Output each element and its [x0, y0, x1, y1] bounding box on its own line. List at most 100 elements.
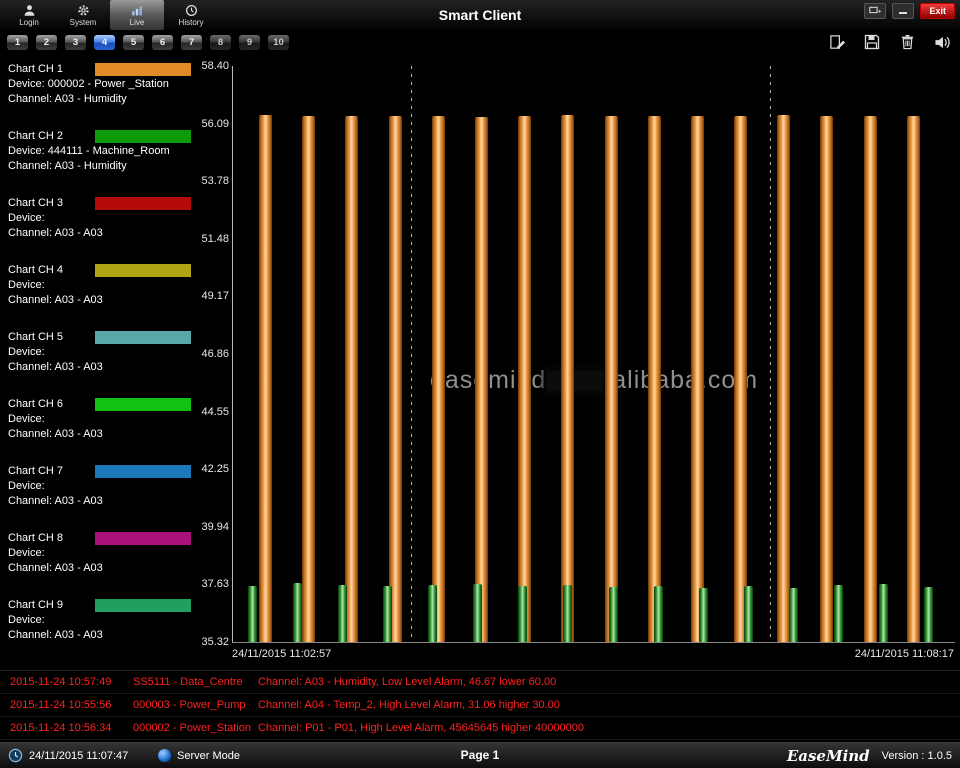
minimize-icon [898, 7, 908, 15]
smart-client-window: Login System Live History Smart Client E… [0, 0, 960, 768]
channel-item[interactable]: Chart CH 9Device:Channel: A03 - A03 [8, 598, 196, 643]
alarm-row[interactable]: 2015-11-24 10:57:49SS5111 - Data_CentreC… [0, 671, 960, 694]
tab-2[interactable]: 2 [36, 35, 57, 50]
alarm-message: Channel: A03 - Humidity, Low Level Alarm… [258, 671, 956, 693]
login-icon [23, 4, 36, 17]
green-bar [924, 587, 933, 642]
channel-device: Device: [8, 211, 196, 226]
green-bar [654, 586, 663, 642]
channel-color-swatch [95, 130, 191, 143]
tab-6[interactable]: 6 [152, 35, 173, 50]
main-nav: Login System Live History [2, 0, 218, 30]
tab-10[interactable]: 10 [268, 35, 289, 50]
tab-5[interactable]: 5 [123, 35, 144, 50]
statusbar: 24/11/2015 11:07:47 Server Mode Page 1 E… [0, 742, 960, 768]
nav-login-label: Login [19, 18, 39, 27]
alarm-device: SS5111 - Data_Centre [133, 671, 255, 693]
channel-channel: Channel: A03 - A03 [8, 293, 196, 308]
audio-button[interactable] [930, 32, 954, 52]
channel-item[interactable]: Chart CH 8Device:Channel: A03 - A03 [8, 531, 196, 576]
green-bar [563, 585, 572, 642]
tab-3[interactable]: 3 [65, 35, 86, 50]
green-bar [428, 585, 437, 642]
nav-system[interactable]: System [56, 0, 110, 30]
channel-channel: Channel: A03 - A03 [8, 226, 196, 241]
tab-7[interactable]: 7 [181, 35, 202, 50]
exit-button[interactable]: Exit [920, 3, 955, 19]
channel-device: Device: [8, 479, 196, 494]
alarm-device: 000003 - Power_Pump [133, 694, 255, 716]
alarm-row[interactable]: 2015-11-24 10:56:34000002 - Power_Statio… [0, 717, 960, 740]
save-button[interactable] [860, 32, 884, 52]
channel-color-swatch [95, 465, 191, 478]
channel-item[interactable]: Chart CH 1Device: 000002 - Power _Statio… [8, 62, 196, 107]
nav-live-label: Live [130, 18, 145, 27]
history-icon [185, 4, 198, 17]
channel-channel: Channel: A03 - A03 [8, 494, 196, 509]
delete-button[interactable] [895, 32, 919, 52]
channel-device: Device: [8, 412, 196, 427]
speaker-icon [934, 35, 951, 50]
channel-color-swatch [95, 398, 191, 411]
alarm-device: 000002 - Power_Station [133, 717, 255, 739]
y-tick-label: 37.63 [201, 578, 229, 590]
channel-item[interactable]: Chart CH 5Device:Channel: A03 - A03 [8, 330, 196, 375]
clock-icon [8, 748, 23, 763]
nav-system-label: System [70, 18, 97, 27]
channel-color-swatch [95, 532, 191, 545]
y-tick-label: 42.25 [201, 463, 229, 475]
window-controls: Exit [864, 3, 955, 19]
switch-display-button[interactable] [864, 3, 886, 19]
channel-list: Chart CH 1Device: 000002 - Power _Statio… [8, 62, 196, 665]
tab-1[interactable]: 1 [7, 35, 28, 50]
green-bar [338, 585, 347, 642]
channel-channel: Channel: A03 - A03 [8, 360, 196, 375]
channel-device: Device: 000002 - Power _Station [8, 77, 196, 92]
system-icon [77, 4, 90, 17]
y-tick-label: 39.94 [201, 521, 229, 533]
edit-button[interactable] [825, 32, 849, 52]
channel-item[interactable]: Chart CH 4Device:Channel: A03 - A03 [8, 263, 196, 308]
green-bar [789, 588, 798, 642]
green-bar [879, 584, 888, 642]
minimize-button[interactable] [892, 3, 914, 19]
status-time: 24/11/2015 11:07:47 [29, 750, 128, 762]
tab-4[interactable]: 4 [94, 35, 115, 50]
channel-color-swatch [95, 63, 191, 76]
channel-channel: Channel: A03 - A03 [8, 561, 196, 576]
toolbar [825, 32, 954, 52]
edit-icon [829, 34, 846, 51]
nav-history[interactable]: History [164, 0, 218, 30]
channel-item[interactable]: Chart CH 2Device: 444111 - Machine_RoomC… [8, 129, 196, 174]
x-start-label: 24/11/2015 11:02:57 [232, 648, 331, 660]
nav-login[interactable]: Login [2, 0, 56, 30]
channel-device: Device: [8, 345, 196, 360]
plot-area: easemind .alibaba.com [232, 66, 955, 643]
channel-item[interactable]: Chart CH 6Device:Channel: A03 - A03 [8, 397, 196, 442]
channel-item[interactable]: Chart CH 3Device:Channel: A03 - A03 [8, 196, 196, 241]
alarm-row[interactable]: 2015-11-24 10:55:56000003 - Power_PumpCh… [0, 694, 960, 717]
channel-color-swatch [95, 599, 191, 612]
trend-chart: 58.4056.0953.7851.4849.1746.8644.5542.25… [196, 56, 960, 670]
channel-device: Device: 444111 - Machine_Room [8, 144, 196, 159]
series-green [233, 66, 955, 642]
tab-strip: 123456789 10 [7, 35, 289, 50]
channel-device: Device: [8, 278, 196, 293]
y-tick-label: 56.09 [201, 118, 229, 130]
nav-live[interactable]: Live [110, 0, 164, 30]
channel-item[interactable]: Chart CH 7Device:Channel: A03 - A03 [8, 464, 196, 509]
switch-display-icon [869, 6, 882, 16]
tab-8[interactable]: 8 [210, 35, 231, 50]
tab-9[interactable]: 9 [239, 35, 260, 50]
channel-device: Device: [8, 546, 196, 561]
server-mode-icon [158, 749, 171, 762]
green-bar [744, 586, 753, 642]
channel-color-swatch [95, 197, 191, 210]
brand-group: EaseMind Version : 1.0.5 [787, 743, 952, 768]
trash-icon [900, 34, 915, 50]
alarm-list: 2015-11-24 10:57:49SS5111 - Data_CentreC… [0, 670, 960, 741]
channel-color-swatch [95, 331, 191, 344]
y-axis: 58.4056.0953.7851.4849.1746.8644.5542.25… [196, 66, 229, 642]
alarm-time: 2015-11-24 10:55:56 [10, 694, 130, 716]
live-icon [130, 4, 144, 17]
